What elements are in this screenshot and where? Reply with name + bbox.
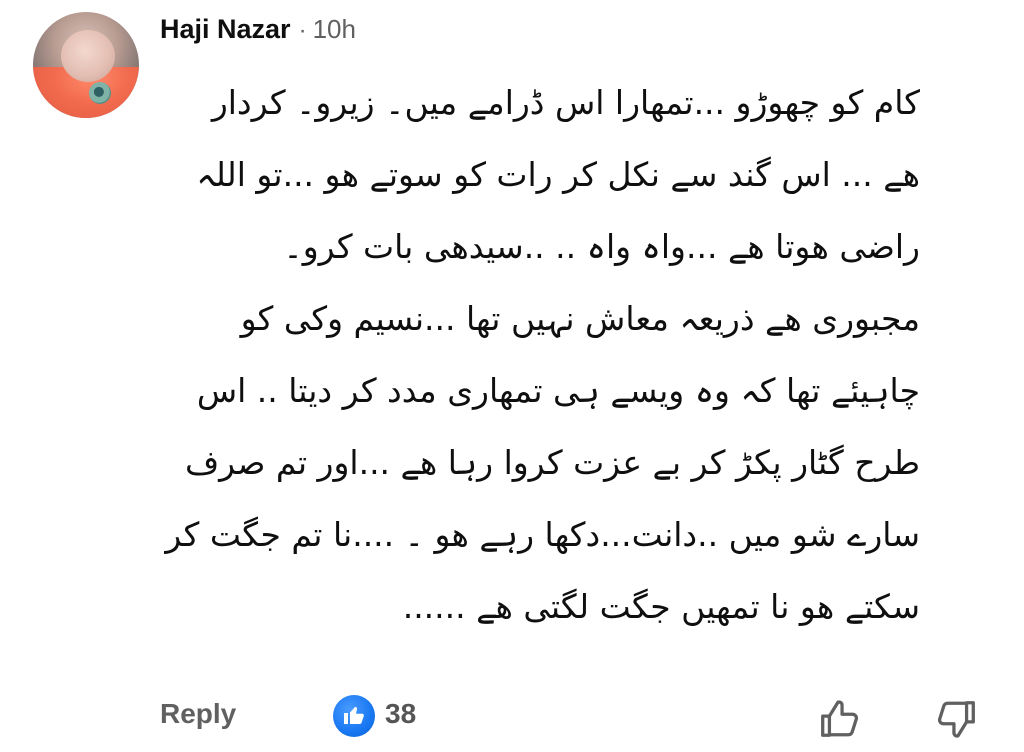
thumbs-down-outline-icon[interactable] [934, 696, 980, 742]
header-separator: · [298, 17, 307, 44]
thumbs-up-glyph-icon [344, 707, 364, 724]
reply-button[interactable]: Reply [160, 698, 236, 730]
comment-line: راضی ھوتا ھے ...واہ واہ .. ..سیدھی بات ک… [283, 227, 920, 266]
like-count: 38 [385, 698, 417, 729]
avatar[interactable] [33, 12, 139, 118]
avatar-face [61, 30, 115, 82]
comment-line: طرح گٹار پکڑ کر بے عزت کروا رہا ھے ...او… [184, 443, 920, 482]
comment-header: Haji Nazar · 10h [160, 12, 356, 46]
author-name[interactable]: Haji Nazar [160, 14, 291, 44]
comment-line: سارے شو میں ..دانت...دکھا رہے ھو ۔ ....ن… [165, 515, 920, 554]
comment-line: مجبوری ھے ذریعہ معاش نہیں تھا ...نسیم وک… [240, 299, 920, 338]
thumbs-up-reaction-icon[interactable] [333, 695, 375, 737]
comment-timestamp: 10h [312, 14, 356, 44]
comment-text: کام کو چھوڑو ...تمھارا اس ڈرامے میں۔ زیر… [150, 70, 920, 646]
comment-line: سکتے ھو نا تمھیں جگت لگتی ھے ...... [402, 587, 920, 626]
comment-line: چاہیئے تھا کہ وہ ویسے ہی تمھاری مدد کر د… [196, 371, 920, 410]
thumbs-up-outline-icon[interactable] [816, 696, 862, 742]
comment-line: ھے ... اس گند سے نکل کر رات کو سوتے ھو .… [196, 155, 920, 194]
avatar-pacifier [89, 82, 111, 104]
comment-line: کام کو چھوڑو ...تمھارا اس ڈرامے میں۔ زیر… [211, 83, 920, 122]
comment-actions: Reply 38 [0, 690, 1024, 746]
